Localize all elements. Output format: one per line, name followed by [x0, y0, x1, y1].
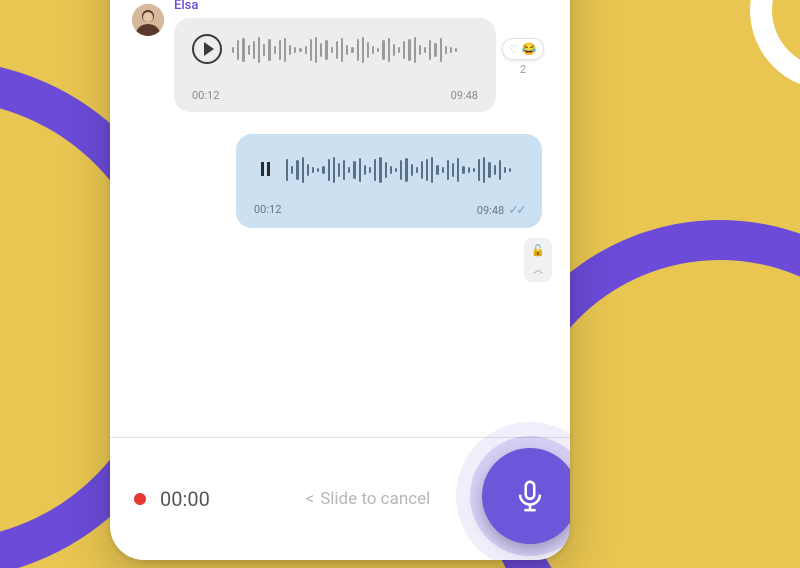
message-reactions[interactable]: ♡ 😂 2 [502, 38, 544, 76]
play-icon [204, 42, 214, 56]
voice-message-sent[interactable]: 00:12 09:48 ✓✓ [236, 134, 542, 228]
pause-icon [261, 162, 270, 176]
phone-frame: Elsa 00:12 09:48 [110, 0, 570, 560]
microphone-button[interactable] [482, 448, 570, 544]
recording-indicator-icon [134, 493, 146, 505]
sender-name: Elsa [174, 0, 198, 13]
pause-button[interactable] [250, 154, 280, 184]
message-timestamp: 09:48 [451, 89, 478, 102]
reaction-pill[interactable]: ♡ 😂 [502, 38, 544, 60]
read-receipt-icon: ✓✓ [508, 203, 524, 218]
voice-message-received[interactable]: 00:12 09:48 [174, 18, 496, 112]
chevron-left-icon: < [306, 489, 315, 509]
waveform[interactable] [286, 156, 511, 184]
message-timestamp: 09:48 [477, 204, 504, 217]
reaction-emoji: 😂 [522, 42, 537, 56]
reaction-count: 2 [520, 63, 526, 76]
recording-elapsed: 00:00 [160, 487, 210, 511]
chat-area: Elsa 00:12 09:48 [110, 0, 570, 420]
heart-icon: ♡ [509, 43, 519, 56]
audio-duration: 00:12 [192, 89, 219, 102]
chevron-up-icon: ︿ [533, 261, 543, 276]
waveform[interactable] [232, 36, 457, 64]
recording-bar: 00:00 < Slide to cancel [110, 438, 570, 560]
play-button[interactable] [192, 34, 222, 64]
audio-duration: 00:12 [254, 203, 281, 218]
avatar[interactable] [132, 4, 164, 36]
recording-lock-widget[interactable]: 🔓 ︿ [524, 238, 552, 282]
decorative-edge-circle [750, 0, 800, 90]
microphone-icon [513, 479, 547, 513]
unlock-icon: 🔓 [531, 244, 545, 257]
slide-to-cancel-label: Slide to cancel [320, 489, 430, 509]
